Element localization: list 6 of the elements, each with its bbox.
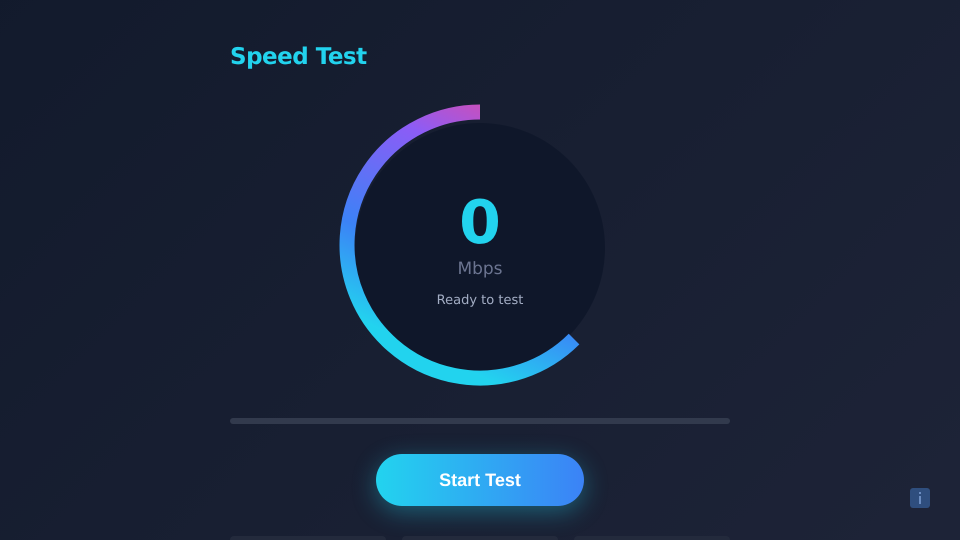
info-icon[interactable] bbox=[910, 488, 930, 508]
start-test-button[interactable]: Start Test bbox=[376, 454, 584, 506]
status-text: Ready to test bbox=[436, 292, 524, 308]
speed-unit: Mbps bbox=[457, 258, 503, 278]
page-title: Speed Test bbox=[230, 44, 368, 72]
speed-value: 0 bbox=[459, 190, 501, 254]
